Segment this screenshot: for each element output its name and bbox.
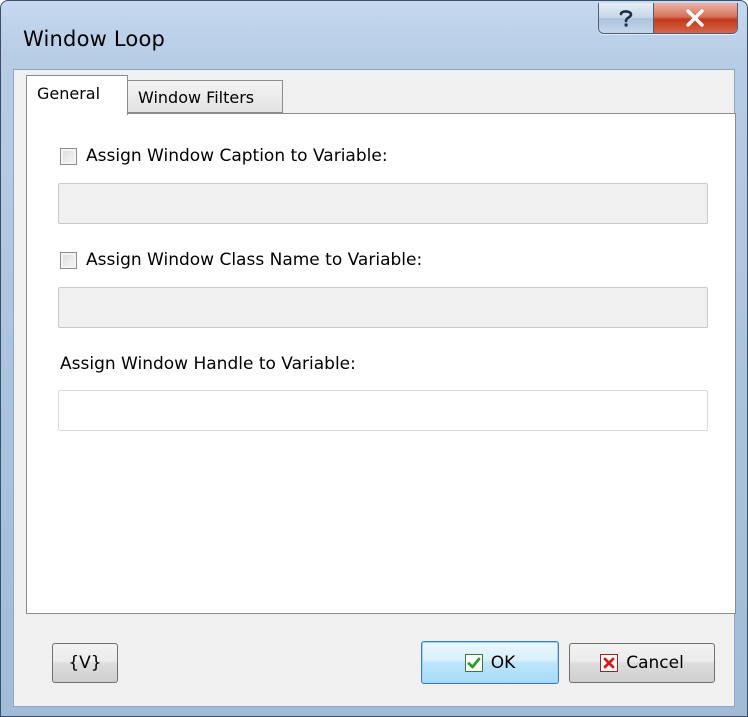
handle-label: Assign Window Handle to Variable: [60,354,356,374]
cancel-button-label: Cancel [626,653,684,673]
class-name-checkbox[interactable] [60,251,77,269]
class-name-checkbox-label: Assign Window Class Name to Variable: [86,250,423,270]
handle-variable-input[interactable] [59,391,707,430]
window-title: Window Loop [23,27,166,51]
caption-checkbox[interactable] [60,147,77,165]
variables-button[interactable]: {V} [52,643,118,683]
tab-window-filters-label: Window Filters [138,88,255,107]
variables-button-label: {V} [68,653,102,673]
class-name-variable-field[interactable] [58,287,708,328]
caption-variable-field[interactable] [58,183,708,224]
cancel-button[interactable]: Cancel [569,643,715,683]
question-mark-icon [618,8,634,28]
tab-window-filters[interactable]: Window Filters [127,80,283,113]
caption-checkbox-row[interactable]: Assign Window Caption to Variable: [60,146,388,166]
close-button[interactable] [653,3,737,33]
class-checkbox-row[interactable]: Assign Window Class Name to Variable: [60,250,422,270]
caption-variable-input[interactable] [59,184,707,223]
class-name-variable-input[interactable] [59,288,707,327]
help-button[interactable] [599,3,654,33]
ok-button-label: OK [490,652,516,673]
title-bar[interactable]: Window Loop [1,1,747,61]
close-x-icon [685,9,705,27]
window-loop-dialog: Window Loop General Window Filters Assig… [0,0,748,717]
red-x-icon [600,654,619,672]
caption-checkbox-label: Assign Window Caption to Variable: [86,146,388,166]
green-check-icon [464,653,483,672]
handle-variable-field[interactable] [58,390,708,431]
dialog-client-area: General Window Filters Assign Window Cap… [13,69,736,707]
tab-general-label: General [37,84,101,103]
caption-buttons [598,3,738,34]
ok-button[interactable]: OK [421,641,559,684]
tab-general[interactable]: General [26,75,128,115]
general-tab-panel: Assign Window Caption to Variable: Assig… [26,113,736,614]
